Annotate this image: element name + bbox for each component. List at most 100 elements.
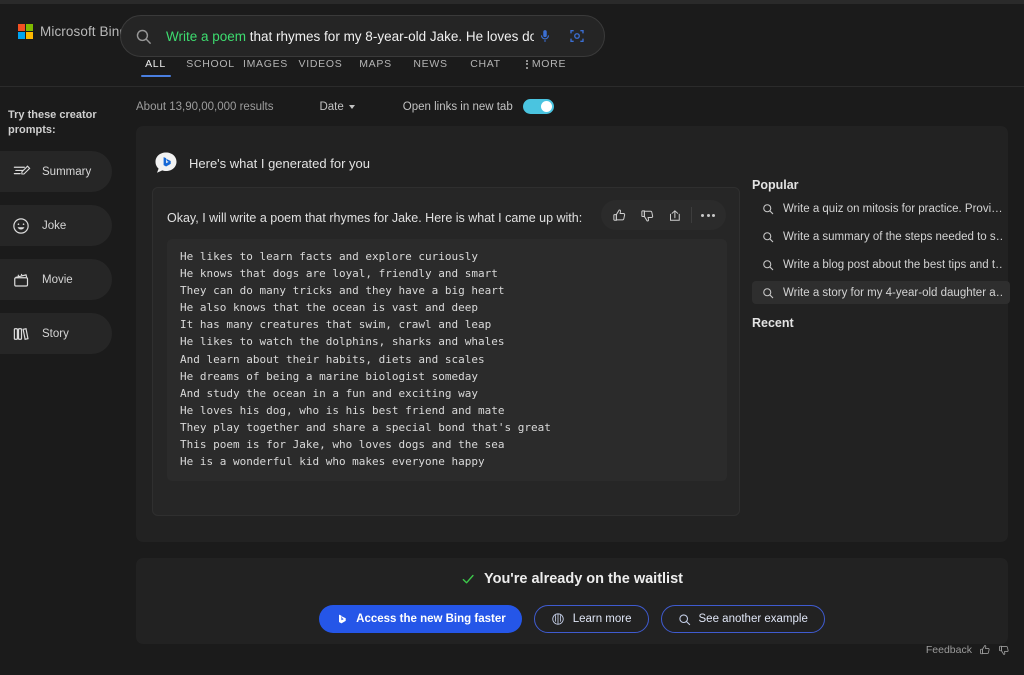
tab-more[interactable]: MORE <box>513 58 579 77</box>
date-filter-dropdown[interactable]: Date <box>319 100 355 113</box>
clapperboard-icon <box>10 269 32 291</box>
popular-item-label: Write a story for my 4-year-old daughter… <box>783 286 1002 299</box>
tab-videos[interactable]: VIDEOS <box>293 58 348 77</box>
search-icon <box>762 259 774 271</box>
suggestions-rail: Popular Write a quiz on mitosis for prac… <box>752 178 1010 330</box>
bing-answer-header-text: Here's what I generated for you <box>189 155 370 171</box>
tab-all[interactable]: ALL <box>128 58 183 77</box>
search-input[interactable]: Write a poem that rhymes for my 8-year-o… <box>166 29 534 44</box>
search-bar-actions <box>534 25 588 47</box>
tab-list: ALL SCHOOL IMAGES VIDEOS MAPS NEWS CHAT … <box>128 58 579 77</box>
chevron-down-icon <box>348 104 355 109</box>
search-bar[interactable]: Write a poem that rhymes for my 8-year-o… <box>120 15 605 57</box>
microphone-icon[interactable] <box>534 25 556 47</box>
creator-prompts-title: Try these creator prompts: <box>0 108 112 138</box>
rail-label-movie: Movie <box>42 273 73 286</box>
nav-divider <box>0 86 1024 87</box>
poem-line: He likes to watch the dolphins, sharks a… <box>180 335 505 349</box>
open-links-label: Open links in new tab <box>402 100 513 113</box>
bing-search-page: Microsoft Bing Write a poem that rhymes … <box>0 0 1024 675</box>
rail-item-story[interactable]: Story <box>0 313 112 354</box>
share-icon[interactable] <box>661 201 689 229</box>
thumbs-up-icon[interactable] <box>979 644 991 656</box>
poem-block: He likes to learn facts and explore curi… <box>167 239 727 482</box>
tab-news[interactable]: NEWS <box>403 58 458 77</box>
popular-section-title: Popular <box>752 178 799 192</box>
open-links-toggle[interactable] <box>522 99 554 114</box>
search-icon <box>678 613 691 626</box>
popular-item[interactable]: Write a summary of the steps needed to s… <box>752 225 1010 248</box>
waitlist-text: You're already on the waitlist <box>484 571 683 587</box>
bing-b-icon <box>335 612 348 627</box>
action-separator <box>691 207 692 223</box>
rail-label-summary: Summary <box>42 165 92 178</box>
results-info-row: About 13,90,00,000 results Date Open lin… <box>136 99 554 114</box>
see-another-example-button[interactable]: See another example <box>660 605 825 633</box>
tab-more-label: MORE <box>531 58 567 70</box>
feedback-label: Feedback <box>925 644 972 656</box>
poem-line: He loves his dog, who is his best friend… <box>180 403 505 417</box>
poem-line: He is a wonderful kid who makes everyone… <box>180 455 485 469</box>
poem-line: And learn about their habits, diets and … <box>180 352 485 366</box>
generated-answer-panel: Okay, I will write a poem that rhymes fo… <box>152 187 740 516</box>
popular-item[interactable]: Write a story for my 4-year-old daughter… <box>752 281 1010 304</box>
more-options-icon[interactable] <box>694 201 722 229</box>
tab-maps[interactable]: MAPS <box>348 58 403 77</box>
rail-item-movie[interactable]: Movie <box>0 259 112 300</box>
poem-line: They play together and share a special b… <box>180 420 551 434</box>
search-icon <box>135 28 152 45</box>
search-icon <box>762 287 774 299</box>
summary-icon <box>10 161 32 183</box>
visual-search-icon[interactable] <box>566 25 588 47</box>
toggle-knob <box>540 101 552 112</box>
tab-images[interactable]: IMAGES <box>238 58 293 77</box>
thumbs-down-icon[interactable] <box>998 644 1010 656</box>
more-dots-icon <box>525 59 528 69</box>
logo-label: Microsoft Bing <box>40 24 127 39</box>
tab-chat[interactable]: CHAT <box>458 58 513 77</box>
answer-action-bar <box>601 200 726 230</box>
creator-prompts-rail: Try these creator prompts: Summary Joke … <box>0 108 112 354</box>
rail-label-story: Story <box>42 327 69 340</box>
poem-line: They can do many tricks and they have a … <box>180 284 505 298</box>
access-new-bing-button[interactable]: Access the new Bing faster <box>319 605 522 633</box>
poem-line: It has many creatures that swim, crawl a… <box>180 318 492 332</box>
waitlist-panel: You're already on the waitlist Access th… <box>136 558 1008 644</box>
bing-answer-header: Here's what I generated for you <box>154 151 370 175</box>
books-icon <box>10 323 32 345</box>
thumbs-up-icon[interactable] <box>605 201 633 229</box>
bing-logo[interactable]: Microsoft Bing <box>18 24 127 39</box>
see-another-example-label: See another example <box>698 613 808 625</box>
search-query-rest: that rhymes for my 8-year-old Jake. He l… <box>249 28 534 44</box>
popular-item-label: Write a summary of the steps needed to s… <box>783 230 1002 243</box>
popular-item-label: Write a blog post about the best tips an… <box>783 258 1002 271</box>
learn-more-label: Learn more <box>572 613 632 625</box>
rail-item-joke[interactable]: Joke <box>0 205 112 246</box>
thumbs-down-icon[interactable] <box>633 201 661 229</box>
microsoft-logo-icon <box>18 24 33 39</box>
answer-intro-text: Okay, I will write a poem that rhymes fo… <box>167 211 583 225</box>
access-new-bing-label: Access the new Bing faster <box>356 613 506 625</box>
poem-line: This poem is for Jake, who loves dogs an… <box>180 438 505 452</box>
creator-prompts-title-line1: Try these creator <box>8 109 97 121</box>
popular-item[interactable]: Write a blog post about the best tips an… <box>752 253 1010 276</box>
recent-section-title: Recent <box>752 316 794 330</box>
popular-item-label: Write a quiz on mitosis for practice. Pr… <box>783 202 1002 215</box>
rail-item-summary[interactable]: Summary <box>0 151 112 192</box>
horizontal-dots <box>701 213 715 217</box>
brain-icon <box>551 612 565 626</box>
bing-chat-icon <box>154 151 178 175</box>
waitlist-buttons: Access the new Bing faster Learn more Se… <box>136 605 1008 633</box>
waitlist-status: You're already on the waitlist <box>136 571 1008 587</box>
date-filter-label: Date <box>319 100 344 113</box>
tab-school[interactable]: SCHOOL <box>183 58 238 77</box>
feedback-bar: Feedback <box>926 644 1010 656</box>
rail-label-joke: Joke <box>42 219 67 232</box>
search-query-highlight: Write a poem <box>166 28 247 44</box>
nav-tabs: ALL SCHOOL IMAGES VIDEOS MAPS NEWS CHAT … <box>0 58 1024 82</box>
learn-more-button[interactable]: Learn more <box>533 605 649 633</box>
popular-item[interactable]: Write a quiz on mitosis for practice. Pr… <box>752 197 1010 220</box>
poem-line: He knows that dogs are loyal, friendly a… <box>180 267 498 281</box>
search-icon <box>762 231 774 243</box>
search-icon <box>762 203 774 215</box>
